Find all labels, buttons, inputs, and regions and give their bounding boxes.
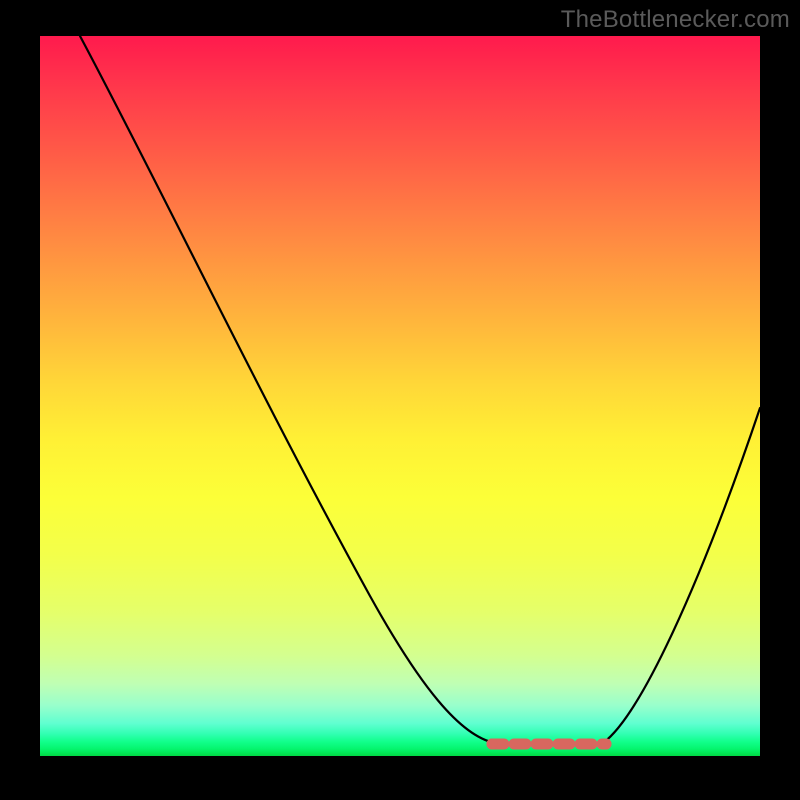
chart-container: TheBottlenecker.com [0,0,800,800]
left-curve [80,36,495,743]
right-curve [603,408,760,743]
gradient-plot-area [40,36,760,756]
optimal-end-dot [601,739,612,750]
curve-overlay [40,36,760,756]
optimal-start-dot [487,739,498,750]
watermark-text: TheBottlenecker.com [561,6,790,34]
